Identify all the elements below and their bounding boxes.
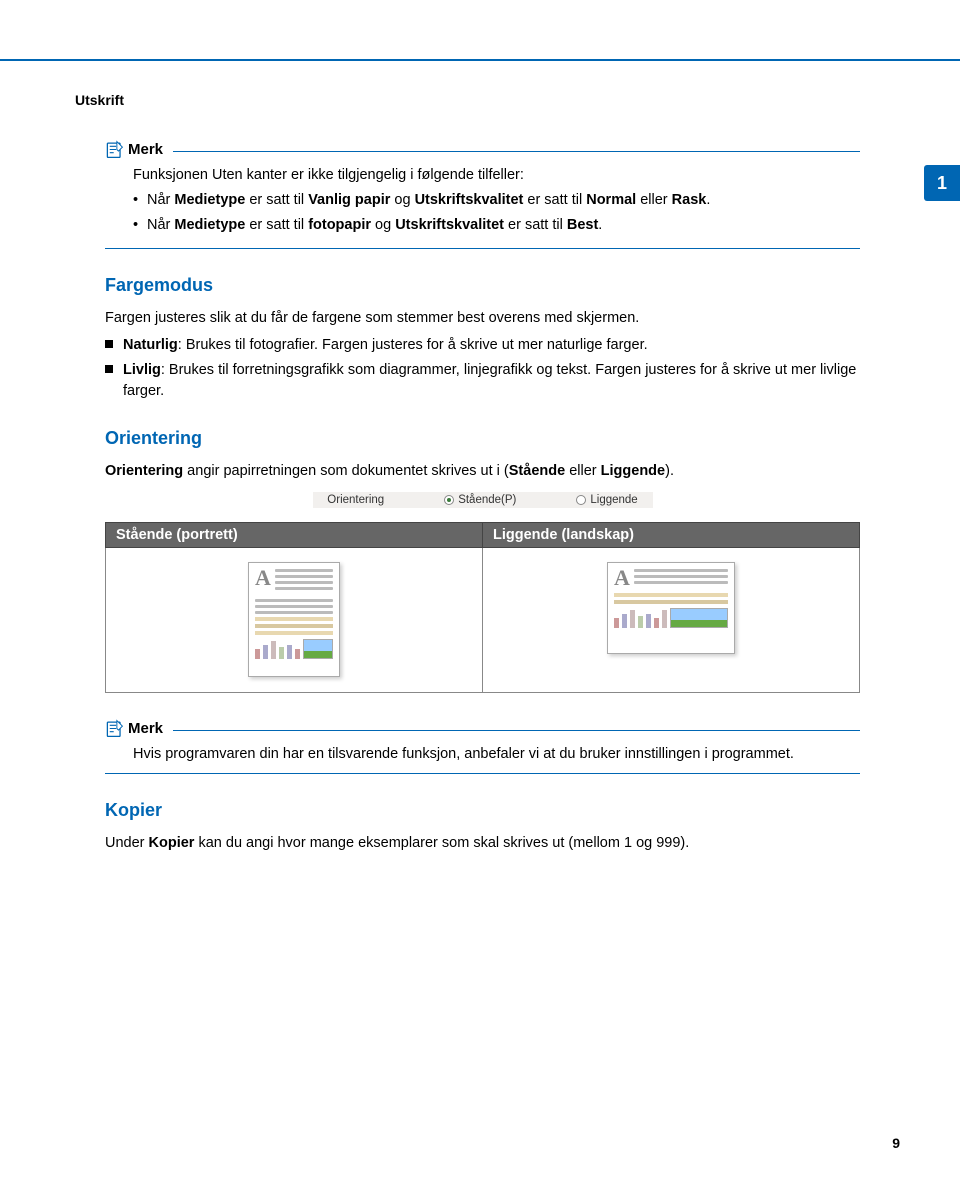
section-heading: Orientering [105,428,860,449]
text-bold: Liggende [601,463,665,479]
note-item: Når Medietype er satt til fotopapir og U… [133,215,860,236]
note-intro: Funksjonen Uten kanter er ikke tilgjenge… [133,165,860,186]
section-heading: Fargemodus [105,275,860,296]
text-bold: Normal [586,192,636,208]
note-icon [105,140,124,159]
text: kan du angi hvor mange eksemplarer som s… [194,835,689,851]
section-heading: Kopier [105,800,860,821]
list-item: Naturlig: Brukes til fotografier. Fargen… [105,335,860,356]
table-header: Stående (portrett) [106,523,483,548]
text-bold: Medietype [174,217,245,233]
text-bold: Utskriftskvalitet [395,217,504,233]
text: er satt til [245,217,308,233]
note-close-rule [105,773,860,774]
top-rule [0,59,960,61]
text: er satt til [245,192,308,208]
landscape-thumbnail: A [607,562,735,654]
text-bold: Kopier [149,835,195,851]
orientation-radio-row: Orientering Stående(P) Liggende [313,492,653,508]
text: Når [147,192,174,208]
page-content: Merk Funksjonen Uten kanter er ikke tilg… [105,140,860,880]
text: : Brukes til forretningsgrafikk som diag… [123,362,856,399]
note-box: Merk Funksjonen Uten kanter er ikke tilg… [105,140,860,249]
text-bold: Medietype [174,192,245,208]
section-fargemodus: Fargemodus Fargen justeres slik at du få… [105,275,860,402]
paragraph: Orientering angir papirretningen som dok… [105,461,860,482]
text: . [706,192,710,208]
chapter-tab: 1 [924,165,960,201]
table-cell: A [106,548,483,693]
radio-icon [444,495,454,505]
page-section-title: Utskrift [75,92,124,108]
note-close-rule [105,248,860,249]
table-header: Liggende (landskap) [483,523,860,548]
text-bold: Naturlig [123,337,178,353]
note-body: Funksjonen Uten kanter er ikke tilgjenge… [105,159,860,248]
note-item: Når Medietype er satt til Vanlig papir o… [133,190,860,211]
table-cell: A [483,548,860,693]
note-body: Hvis programvaren din har en tilsvarende… [105,738,860,773]
paragraph: Under Kopier kan du angi hvor mange ekse… [105,833,860,854]
text: : Brukes til fotografier. Fargen justere… [178,337,648,353]
note-icon [105,719,124,738]
radio-icon [576,495,586,505]
text-bold: Best [567,217,598,233]
note-label: Merk [128,141,163,158]
section-orientering: Orientering Orientering angir papirretni… [105,428,860,693]
page-number: 9 [892,1135,900,1151]
portrait-thumbnail: A [248,562,340,677]
radio-group-label: Orientering [327,494,384,506]
note-label: Merk [128,720,163,737]
note-box: Merk Hvis programvaren din har en tilsva… [105,719,860,774]
note-text: Hvis programvaren din har en tilsvarende… [133,744,860,765]
section-kopier: Kopier Under Kopier kan du angi hvor man… [105,800,860,854]
paragraph: Fargen justeres slik at du får de fargen… [105,308,860,329]
text: ). [665,463,674,479]
radio-label: Liggende [590,494,637,506]
text: er satt til [523,192,586,208]
list-item: Livlig: Brukes til forretningsgrafikk so… [105,360,860,402]
orientation-table: Stående (portrett) Liggende (landskap) A [105,522,860,693]
radio-label: Stående(P) [458,494,516,506]
radio-option-portrait[interactable]: Stående(P) [444,494,516,506]
text-bold: Stående [509,463,565,479]
text: er satt til [504,217,567,233]
text: og [371,217,395,233]
note-rule [173,151,860,152]
text: Under [105,835,149,851]
radio-option-landscape[interactable]: Liggende [576,494,637,506]
text: angir papirretningen som dokumentet skri… [183,463,509,479]
text-bold: Vanlig papir [308,192,390,208]
text-bold: Utskriftskvalitet [415,192,524,208]
text-bold: Rask [672,192,707,208]
text: . [598,217,602,233]
text: eller [636,192,671,208]
note-header: Merk [105,719,860,738]
text: eller [565,463,600,479]
note-rule [173,730,860,731]
text-bold: fotopapir [308,217,371,233]
note-header: Merk [105,140,860,159]
text-bold: Orientering [105,463,183,479]
text: Når [147,217,174,233]
text: og [390,192,414,208]
text-bold: Livlig [123,362,161,378]
